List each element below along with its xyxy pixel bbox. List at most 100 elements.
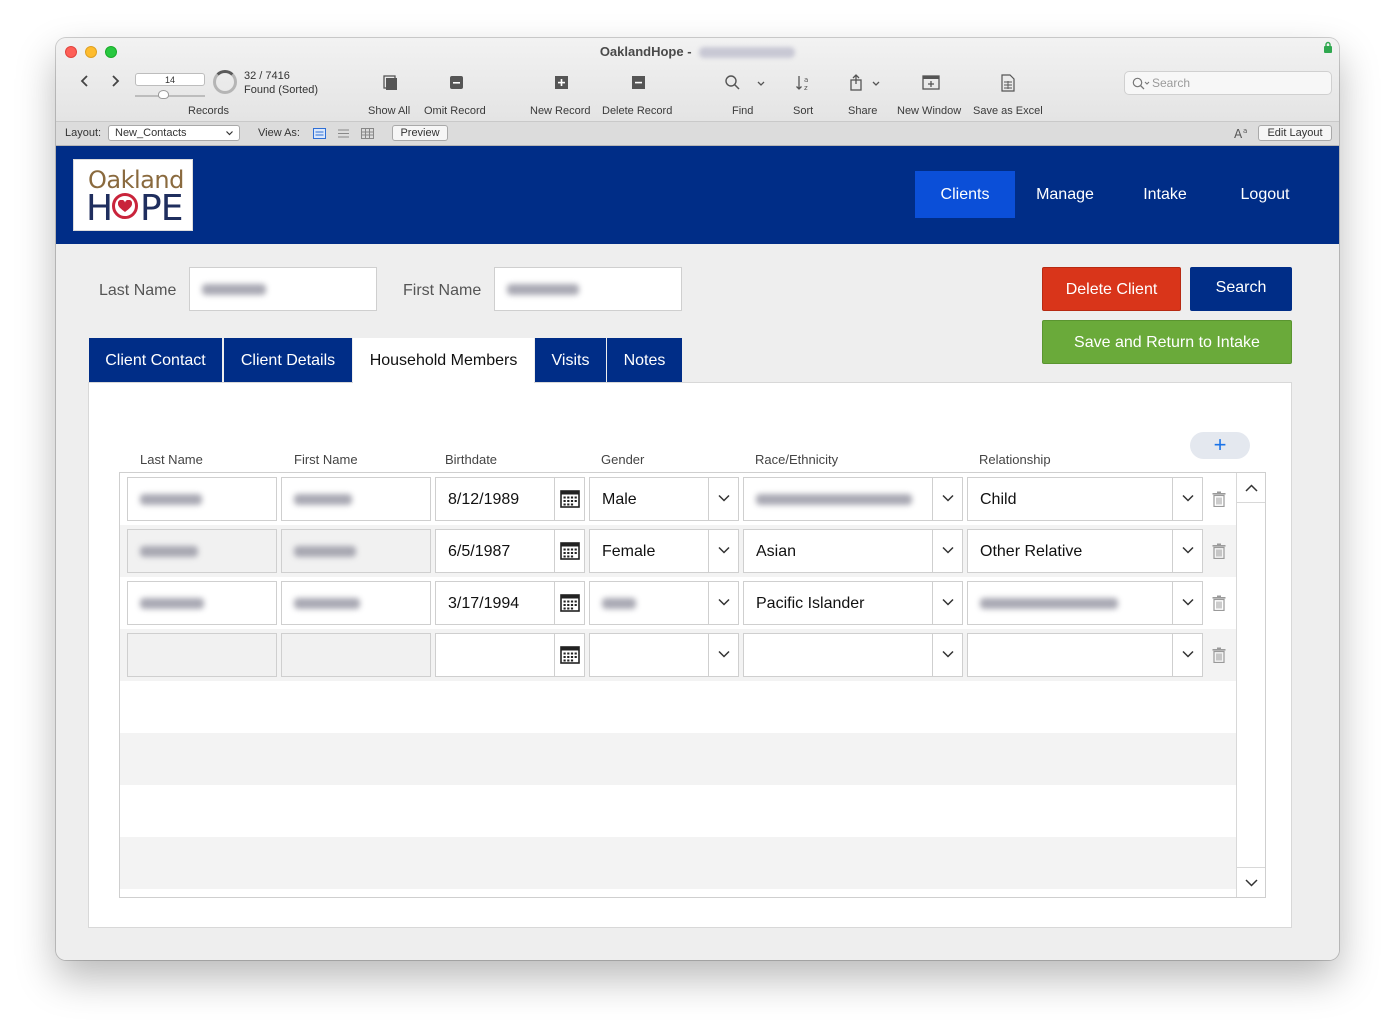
- next-record-icon[interactable]: [108, 74, 122, 88]
- save-as-excel-button[interactable]: Save as Excel: [973, 105, 1043, 117]
- empty-portal-row: [120, 681, 1236, 733]
- delete-record-button[interactable]: Delete Record: [602, 105, 672, 117]
- new-record-button[interactable]: New Record: [530, 105, 591, 117]
- last-name-cell[interactable]: [127, 529, 277, 573]
- nav-manage[interactable]: Manage: [1015, 171, 1115, 218]
- calendar-icon[interactable]: [554, 530, 584, 572]
- tab-visits[interactable]: Visits: [535, 338, 606, 383]
- birthdate-cell[interactable]: 3/17/1994: [435, 581, 585, 625]
- found-set-pie-icon: [213, 70, 237, 94]
- record-slider-track[interactable]: [135, 95, 205, 97]
- record-slider-handle[interactable]: [158, 90, 169, 99]
- share-icon[interactable]: [848, 74, 866, 92]
- column-header-gender: Gender: [601, 452, 645, 467]
- race-ethnicity-select[interactable]: [743, 477, 963, 521]
- edit-layout-button[interactable]: Edit Layout: [1258, 125, 1332, 141]
- gender-select[interactable]: Male: [589, 477, 739, 521]
- calendar-icon[interactable]: [554, 478, 584, 520]
- preview-button[interactable]: Preview: [392, 125, 448, 141]
- find-icon[interactable]: [724, 74, 742, 92]
- trash-icon[interactable]: [1212, 595, 1226, 611]
- list-view-icon[interactable]: [337, 128, 350, 139]
- relationship-select[interactable]: [967, 581, 1203, 625]
- scroll-down-button[interactable]: [1237, 867, 1265, 897]
- calendar-icon[interactable]: [554, 582, 584, 624]
- chevron-down-icon[interactable]: [1172, 582, 1202, 624]
- birthdate-cell[interactable]: 8/12/1989: [435, 477, 585, 521]
- record-number-field[interactable]: 14: [135, 73, 205, 86]
- race-ethnicity-select[interactable]: [743, 633, 963, 677]
- chevron-down-icon[interactable]: [1172, 634, 1202, 676]
- delete-client-button[interactable]: Delete Client: [1042, 267, 1181, 311]
- last-name-cell[interactable]: [127, 477, 277, 521]
- text-format-icon[interactable]: Aa: [1234, 126, 1250, 140]
- last-name-cell[interactable]: [127, 581, 277, 625]
- gender-select[interactable]: Female: [589, 529, 739, 573]
- column-header-birthdate: Birthdate: [445, 452, 498, 467]
- blurred-value: [294, 494, 352, 505]
- chevron-down-icon[interactable]: [932, 634, 962, 676]
- chevron-down-icon[interactable]: [708, 530, 738, 572]
- nav-clients[interactable]: Clients: [915, 171, 1015, 218]
- chevron-down-icon[interactable]: [932, 478, 962, 520]
- share-button[interactable]: Share: [848, 105, 877, 117]
- first-name-cell[interactable]: [281, 633, 431, 677]
- tab-notes[interactable]: Notes: [607, 338, 682, 383]
- previous-record-icon[interactable]: [78, 74, 92, 88]
- new-window-icon[interactable]: [922, 74, 940, 92]
- new-record-icon[interactable]: [553, 74, 571, 92]
- last-name-field[interactable]: [189, 267, 377, 311]
- race-ethnicity-select[interactable]: Asian: [743, 529, 963, 573]
- tab-client-contact[interactable]: Client Contact: [89, 338, 222, 383]
- trash-icon[interactable]: [1212, 647, 1226, 663]
- sort-button[interactable]: Sort: [793, 105, 813, 117]
- first-name-cell[interactable]: [281, 529, 431, 573]
- table-view-icon[interactable]: [361, 128, 374, 139]
- delete-record-icon[interactable]: [630, 74, 648, 92]
- chevron-down-icon[interactable]: [1172, 530, 1202, 572]
- nav-logout[interactable]: Logout: [1215, 171, 1315, 218]
- chevron-down-icon[interactable]: [708, 634, 738, 676]
- find-button[interactable]: Find: [732, 105, 753, 117]
- form-view-icon[interactable]: [313, 128, 326, 139]
- find-menu-chevron-icon[interactable]: [755, 74, 767, 92]
- new-window-button[interactable]: New Window: [897, 105, 961, 117]
- relationship-select[interactable]: [967, 633, 1203, 677]
- show-all-icon[interactable]: [381, 74, 399, 92]
- calendar-icon[interactable]: [554, 634, 584, 676]
- birthdate-cell[interactable]: [435, 633, 585, 677]
- relationship-select[interactable]: Child: [967, 477, 1203, 521]
- relationship-select[interactable]: Other Relative: [967, 529, 1203, 573]
- chevron-down-icon[interactable]: [1172, 478, 1202, 520]
- trash-icon[interactable]: [1212, 543, 1226, 559]
- last-name-cell[interactable]: [127, 633, 277, 677]
- add-household-member-button[interactable]: +: [1190, 432, 1250, 459]
- sort-icon[interactable]: az: [795, 74, 813, 92]
- save-and-return-button[interactable]: Save and Return to Intake: [1042, 320, 1292, 364]
- omit-record-button[interactable]: Omit Record: [424, 105, 486, 117]
- nav-intake[interactable]: Intake: [1115, 171, 1215, 218]
- chevron-down-icon[interactable]: [932, 582, 962, 624]
- quick-find-search-input[interactable]: Search: [1124, 71, 1332, 95]
- gender-select[interactable]: [589, 581, 739, 625]
- tab-client-details[interactable]: Client Details: [224, 338, 352, 383]
- chevron-down-icon[interactable]: [708, 478, 738, 520]
- layout-content: Oakland H PE Clients Manage Intake Logou…: [56, 146, 1339, 960]
- race-ethnicity-select[interactable]: Pacific Islander: [743, 581, 963, 625]
- layout-select[interactable]: New_Contacts: [108, 125, 240, 141]
- chevron-down-icon[interactable]: [708, 582, 738, 624]
- save-as-excel-icon[interactable]: [999, 74, 1017, 92]
- trash-icon[interactable]: [1212, 491, 1226, 507]
- show-all-button[interactable]: Show All: [368, 105, 410, 117]
- gender-select[interactable]: [589, 633, 739, 677]
- first-name-cell[interactable]: [281, 581, 431, 625]
- search-button[interactable]: Search: [1190, 267, 1292, 311]
- first-name-cell[interactable]: [281, 477, 431, 521]
- first-name-field[interactable]: [494, 267, 682, 311]
- birthdate-cell[interactable]: 6/5/1987: [435, 529, 585, 573]
- portal-scrollbar[interactable]: [1236, 473, 1265, 897]
- omit-record-icon[interactable]: [448, 74, 466, 92]
- share-menu-chevron-icon[interactable]: [870, 74, 882, 92]
- chevron-down-icon[interactable]: [932, 530, 962, 572]
- scroll-up-button[interactable]: [1237, 473, 1265, 503]
